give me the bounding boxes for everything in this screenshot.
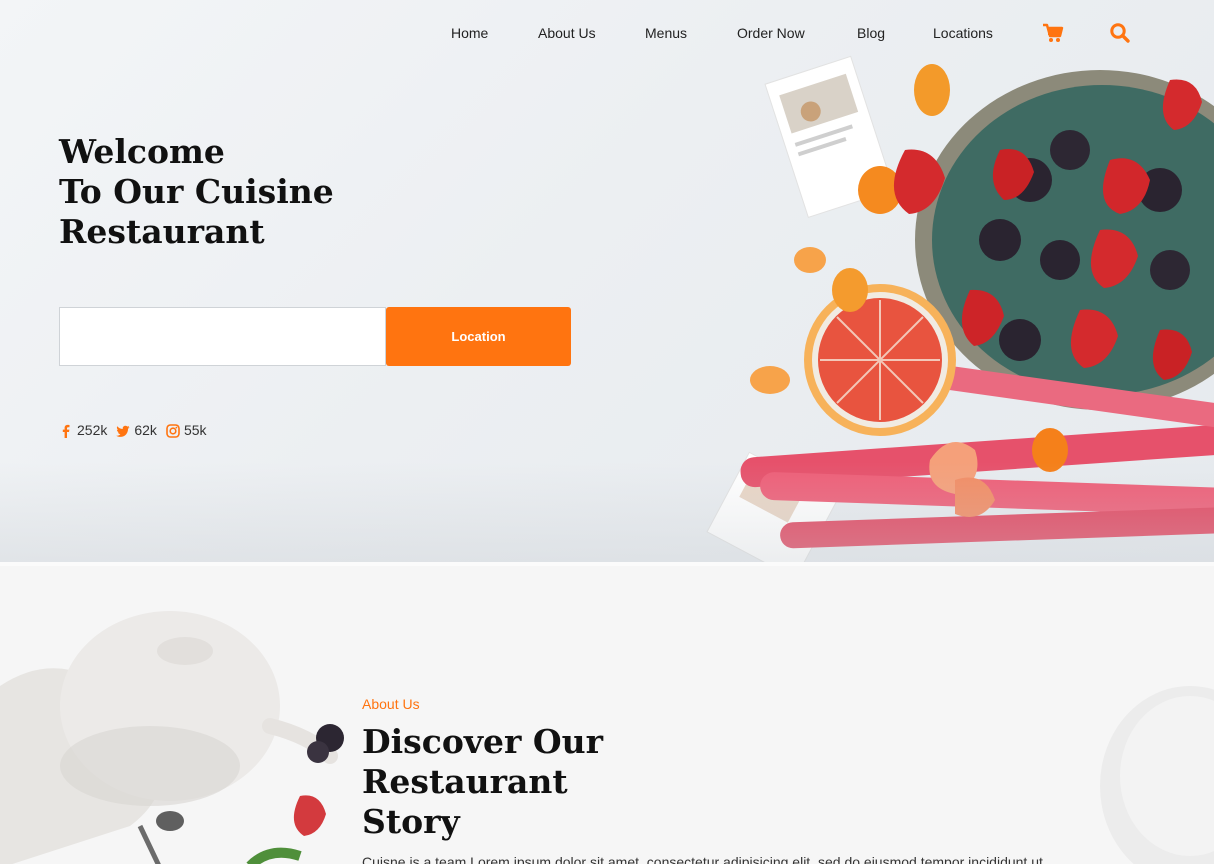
facebook-count: 252k [77,422,108,438]
hero-food-image [706,55,1214,562]
about-section: About Us Discover Our Restaurant Story C… [0,562,1214,864]
about-cup-image [1100,686,1214,864]
nav-locations[interactable]: Locations [933,22,993,44]
about-title-line-2: Restaurant [362,762,568,801]
facebook-link[interactable]: 252k [59,422,107,438]
nav-blog[interactable]: Blog [857,22,885,44]
about-title-line-3: Story [362,802,460,841]
search-icon[interactable] [1109,22,1131,44]
about-teapot-image [0,566,360,864]
instagram-icon [166,423,180,438]
about-kicker: About Us [362,696,420,712]
social-counts: 252k 62k 55k [59,421,216,439]
hero-section: Home About Us Menus Order Now Blog Locat… [0,0,1214,562]
cart-icon[interactable] [1042,22,1064,44]
facebook-icon [59,423,73,438]
location-input[interactable] [59,307,386,366]
twitter-count: 62k [134,422,157,438]
main-nav: Home About Us Menus Order Now Blog Locat… [0,22,1214,44]
twitter-icon [116,423,130,437]
nav-home[interactable]: Home [451,22,488,44]
nav-about-us[interactable]: About Us [538,22,596,44]
hero-title-line-2: To Our Cuisine [59,172,334,211]
about-title-line-1: Discover Our [362,722,604,761]
about-title: Discover Our Restaurant Story [362,722,603,842]
twitter-link[interactable]: 62k [116,422,157,438]
hero-title: Welcome To Our Cuisine Restaurant [59,132,334,252]
hero-title-line-1: Welcome [59,132,225,171]
instagram-count: 55k [183,422,207,438]
about-description: Cuisne is a team Lorem ipsum dolor sit a… [362,854,1043,864]
nav-order-now[interactable]: Order Now [737,22,805,44]
nav-menus[interactable]: Menus [645,22,687,44]
location-button[interactable]: Location [386,307,571,366]
instagram-link[interactable]: 55k [166,422,207,438]
hero-title-line-3: Restaurant [59,212,265,251]
